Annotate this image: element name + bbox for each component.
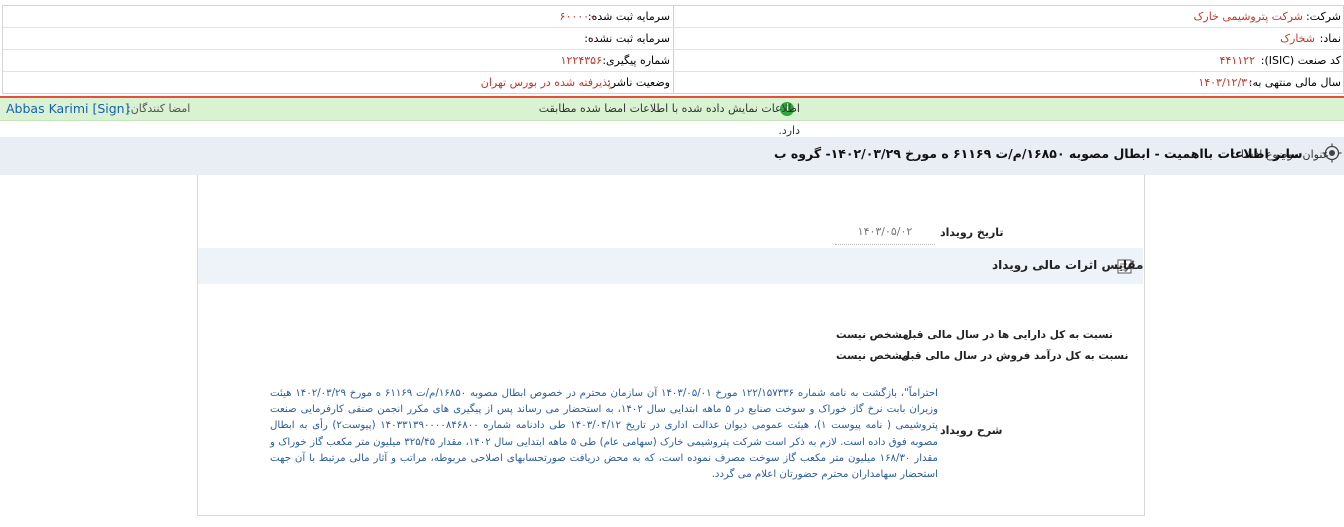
event-description-text: احتراماً"، بازگشت به نامه شماره ۱۲۲/۱۵۷۳… (270, 388, 939, 481)
capital-unregistered-label: سرمایه ثبت نشده: (584, 32, 670, 45)
fiscal-year-value: ۱۴۰۳/۱۲/۳۰ (1198, 76, 1253, 89)
ratio-assets-value: مشخص نیست (836, 329, 909, 341)
event-description-label: شرح رویداد (940, 424, 1003, 437)
info-row-3: کد صنعت (ISIC): ۴۴۱۱۲۲ شماره پیگیری: ۱۲۲… (3, 50, 1343, 72)
info-row-2: نماد: شخارک سرمایه ثبت نشده: ۰ (3, 28, 1343, 50)
ratio-sales-value: مشخص نیست (836, 350, 909, 362)
capital-registered-value: ۶۰۰۰۰۰ (559, 10, 595, 23)
fiscal-year-label: سال مالی منتهی به: (1248, 76, 1341, 89)
symbol-value: شخارک (1280, 32, 1315, 45)
event-date-label: تاریخ رویداد (940, 226, 1004, 239)
publisher-status-label: وضعیت ناشر: (607, 76, 670, 89)
isic-value: ۴۴۱۱۲۲ (1219, 54, 1255, 67)
company-label: شرکت: (1305, 10, 1341, 23)
isic-label: کد صنعت (ISIC): (1260, 54, 1341, 67)
company-info-grid: شرکت: شرکت پتروشیمی خارک سرمایه ثبت شده:… (2, 5, 1344, 94)
event-date-value: ۱۴۰۳/۰۵/۰۲ (835, 224, 935, 245)
subject-title: سایر اطلاعات بااهمیت - ابطال مصوبه ۱۶۸۵۰… (774, 146, 1303, 161)
info-row-4: سال مالی منتهی به: ۱۴۰۳/۱۲/۳۰ وضعیت ناشر… (3, 72, 1343, 93)
ratio-sales-label: نسبت به کل درآمد فروش در سال مالی قبل (901, 350, 1129, 362)
signers-label: امضا کنندگان: (127, 102, 191, 115)
symbol-label: نماد: (1319, 32, 1341, 45)
ratio-assets-label: نسبت به کل دارایی ها در سال مالی قبل (903, 329, 1113, 341)
company-value: شرکت پتروشیمی خارک (1193, 10, 1303, 23)
signature-match-message: اطلاعات نمایش داده شده با اطلاعات امضا ش… (538, 102, 800, 137)
signature-notice-bar: i اطلاعات نمایش داده شده با اطلاعات امضا… (0, 98, 1344, 137)
signer-link[interactable]: Abbas Karimi [Sign] (6, 98, 129, 120)
tracking-value: ۱۲۲۴۳۵۶ (560, 54, 602, 67)
capital-registered-label: سرمایه ثبت شده: (587, 10, 670, 23)
section-title: مقایس اثرات مالی رویداد (992, 258, 1144, 272)
tracking-label: شماره پیگیری: (602, 54, 670, 67)
capital-unregistered-value: ۰ (589, 32, 595, 45)
info-row-1: شرکت: شرکت پتروشیمی خارک سرمایه ثبت شده:… (3, 6, 1343, 28)
publisher-status-value: پذیرفته شده در بورس تهران (480, 76, 611, 89)
